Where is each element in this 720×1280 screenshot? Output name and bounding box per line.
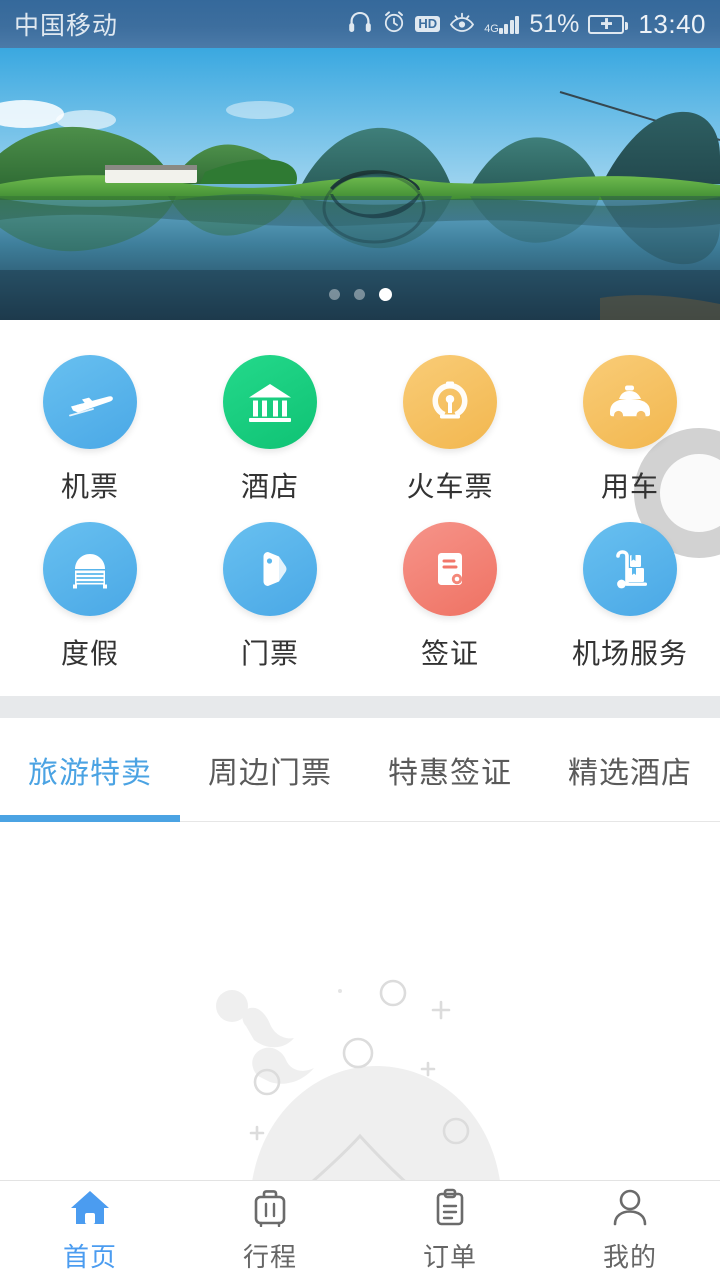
luggage-cart-icon (583, 522, 677, 616)
headset-icon (347, 10, 373, 39)
clock-label: 13:40 (638, 8, 706, 39)
grid-item-train-tickets[interactable]: 火车票 (360, 320, 540, 505)
hd-icon: HD (415, 16, 441, 32)
grid-item-label: 签证 (420, 638, 479, 669)
battery-percent-label: 51% (529, 9, 580, 38)
network-type-label: 4G (484, 22, 499, 35)
grid-item-visa[interactable]: 签证 (360, 505, 540, 672)
carrier-label: 中国移动 (14, 12, 119, 40)
alarm-clock-icon (382, 10, 406, 39)
nav-item-label: 订单 (422, 1242, 477, 1272)
status-bar: 中国移动 HD 4G 51% ✚ 13:40 (0, 0, 720, 48)
nav-item-label: 我的 (602, 1242, 657, 1272)
carousel-dot-1[interactable] (328, 289, 340, 300)
nav-item-label: 首页 (62, 1242, 117, 1272)
suitcase-icon (249, 1187, 291, 1232)
battery-charging-icon: ✚ (588, 14, 629, 34)
grid-item-flights[interactable]: 机票 (0, 320, 180, 505)
grid-item-label: 门票 (240, 638, 299, 669)
airplane-icon (43, 355, 137, 449)
tab-featured-hotels[interactable]: 精选酒店 (540, 718, 720, 822)
empty-state-splash-illustration (216, 979, 500, 1180)
visa-document-icon (403, 522, 497, 616)
grid-item-label: 机票 (60, 471, 119, 502)
empty-state (0, 958, 720, 1180)
eye-care-icon (449, 10, 475, 39)
tab-travel-deals[interactable]: 旅游特卖 (0, 718, 180, 822)
app-screen: 中国移动 HD 4G 51% ✚ 13:40 机票 酒店 火车票 用车 度假 门… (0, 0, 720, 1280)
grid-item-label: 用车 (600, 471, 659, 502)
grid-item-label: 火车票 (406, 471, 494, 502)
signal-bars (498, 14, 520, 34)
grid-item-vacation[interactable]: 度假 (0, 505, 180, 672)
carousel-dot-3[interactable] (378, 288, 392, 301)
taxi-car-icon (583, 355, 677, 449)
grid-item-car-rental[interactable]: 用车 (540, 320, 720, 505)
service-grid: 机票 酒店 火车票 用车 度假 门票 签证 机场服务 (0, 320, 720, 672)
tab-discount-visa[interactable]: 特惠签证 (360, 718, 540, 822)
grid-item-attraction-tickets[interactable]: 门票 (180, 505, 360, 672)
category-tabs: 旅游特卖 周边门票 特惠签证 精选酒店 (0, 718, 720, 822)
tab-content-panel (0, 823, 720, 1180)
price-tag-icon (223, 522, 317, 616)
section-divider (0, 696, 720, 718)
grid-item-hotels[interactable]: 酒店 (180, 320, 360, 505)
grid-item-label: 酒店 (240, 471, 299, 502)
hotel-building-icon (223, 355, 317, 449)
clipboard-icon (430, 1187, 470, 1232)
carousel-dots[interactable] (0, 288, 720, 301)
banner-image (0, 48, 720, 320)
home-icon (68, 1187, 112, 1232)
bottom-navigation: 首页 行程 订单 我的 (0, 1180, 720, 1280)
tab-nearby-tickets[interactable]: 周边门票 (180, 718, 360, 822)
person-icon (610, 1187, 650, 1232)
nav-item-trips[interactable]: 行程 (180, 1181, 360, 1280)
nav-item-orders[interactable]: 订单 (360, 1181, 540, 1280)
service-grid-section: 机票 酒店 火车票 用车 度假 门票 签证 机场服务 (0, 320, 720, 696)
grid-item-label: 机场服务 (571, 638, 688, 669)
status-bar-icons: HD 4G 51% ✚ 13:40 (347, 9, 706, 40)
signal-icon: 4G (484, 14, 520, 35)
nav-item-home[interactable]: 首页 (0, 1181, 180, 1280)
carousel-dot-2[interactable] (353, 289, 365, 300)
nav-item-profile[interactable]: 我的 (540, 1181, 720, 1280)
banner-carousel[interactable] (0, 48, 720, 320)
grid-item-airport-services[interactable]: 机场服务 (540, 505, 720, 672)
train-railway-icon (403, 355, 497, 449)
grid-item-label: 度假 (60, 638, 119, 669)
nav-item-label: 行程 (242, 1242, 297, 1272)
beach-umbrella-icon (43, 522, 137, 616)
